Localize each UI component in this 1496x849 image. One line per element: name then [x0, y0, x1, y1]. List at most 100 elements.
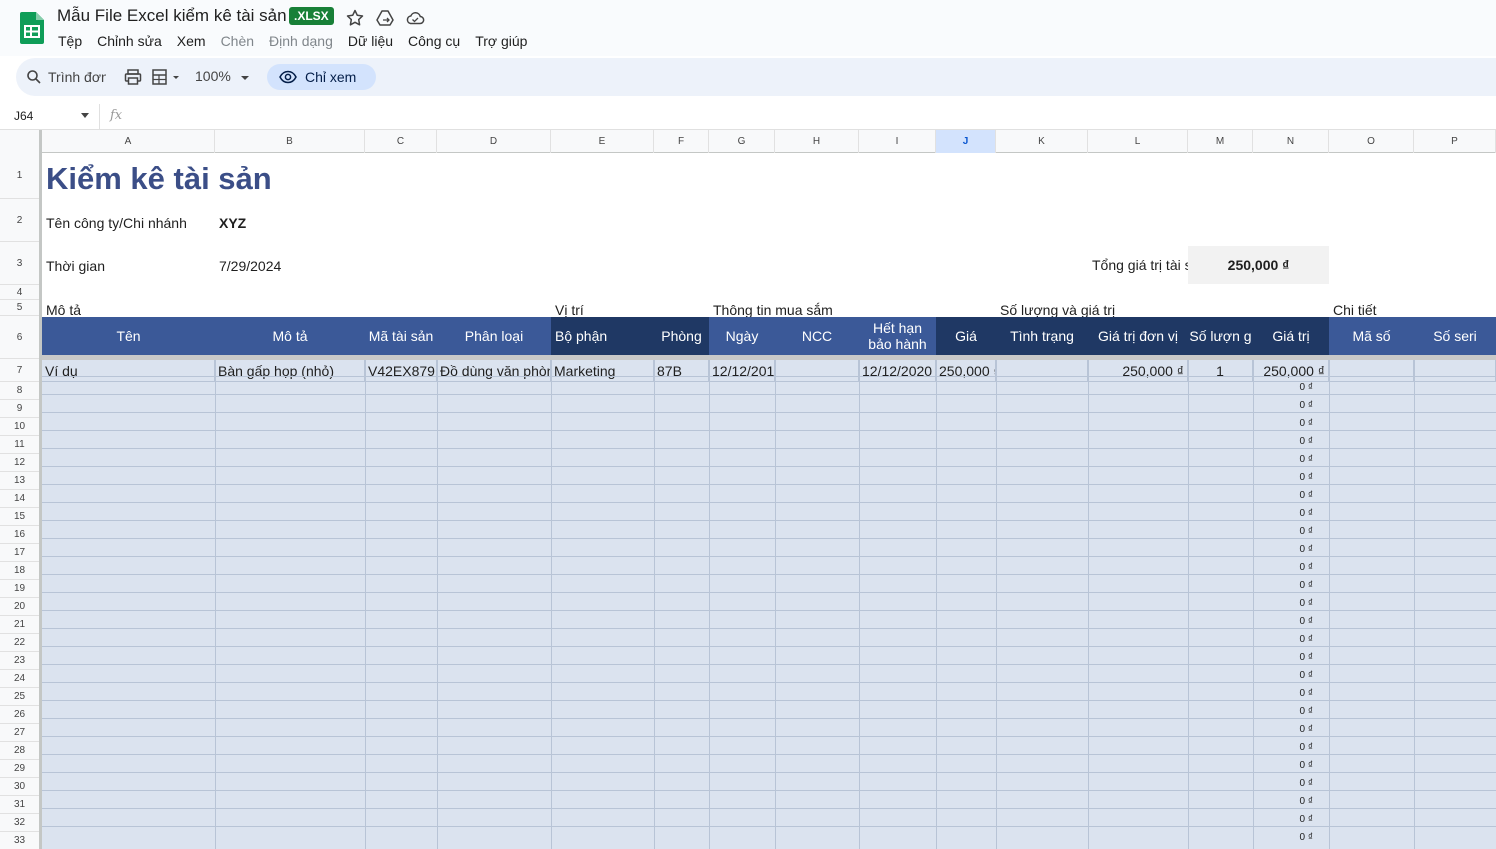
zoom-level[interactable]: 100%: [195, 68, 231, 84]
header-department[interactable]: Bộ phận: [551, 317, 654, 355]
row-header[interactable]: 25: [0, 688, 39, 706]
column-header-g[interactable]: G: [709, 130, 775, 153]
group-purchase[interactable]: Thông tin mua sắm: [713, 302, 833, 318]
cell-zero-value[interactable]: 0 ₫: [1254, 649, 1329, 667]
column-header-h[interactable]: H: [775, 130, 859, 153]
column-header-l[interactable]: L: [1088, 130, 1188, 153]
cell-zero-value[interactable]: 0 ₫: [1254, 721, 1329, 739]
cell-code[interactable]: [1329, 360, 1414, 382]
cell-zero-value[interactable]: 0 ₫: [1254, 667, 1329, 685]
company-label[interactable]: Tên công ty/Chi nhánh: [46, 215, 187, 231]
cell-unit-value[interactable]: 250,000 ₫: [1088, 360, 1188, 382]
cell-supplier[interactable]: [775, 360, 859, 382]
cell-zero-value[interactable]: 0 ₫: [1254, 613, 1329, 631]
row-header[interactable]: 23: [0, 652, 39, 670]
row-header[interactable]: 11: [0, 436, 39, 454]
row-header[interactable]: 27: [0, 724, 39, 742]
cell-zero-value[interactable]: 0 ₫: [1254, 433, 1329, 451]
row-header[interactable]: 9: [0, 400, 39, 418]
row-header[interactable]: 22: [0, 634, 39, 652]
header-name[interactable]: Tên: [42, 317, 215, 355]
group-description[interactable]: Mô tả: [46, 302, 81, 318]
header-serial[interactable]: Số seri: [1414, 317, 1496, 355]
cell-zero-value[interactable]: 0 ₫: [1254, 397, 1329, 415]
row-header[interactable]: 31: [0, 796, 39, 814]
header-value[interactable]: Giá trị: [1253, 317, 1329, 355]
cell-zero-value[interactable]: 0 ₫: [1254, 811, 1329, 829]
total-value-label[interactable]: Tổng giá trị tài s: [1092, 257, 1188, 273]
print-icon[interactable]: [123, 67, 143, 87]
cell-zero-value[interactable]: 0 ₫: [1254, 685, 1329, 703]
row-header[interactable]: 33: [0, 832, 39, 849]
column-header-f[interactable]: F: [654, 130, 709, 153]
cell-zero-value[interactable]: 0 ₫: [1254, 703, 1329, 721]
select-all-corner[interactable]: [0, 130, 42, 153]
row-header[interactable]: 15: [0, 508, 39, 526]
name-box-dropdown-icon[interactable]: [81, 113, 89, 118]
column-header-d[interactable]: D: [437, 130, 551, 153]
cell-zero-value[interactable]: 0 ₫: [1254, 739, 1329, 757]
column-header-b[interactable]: B: [215, 130, 365, 153]
cell-zero-value[interactable]: 0 ₫: [1254, 523, 1329, 541]
cell-date[interactable]: 12/12/201(: [709, 360, 775, 382]
row-header[interactable]: 29: [0, 760, 39, 778]
paint-format-dropdown-icon[interactable]: [151, 67, 185, 87]
cell-zero-value[interactable]: 0 ₫: [1254, 541, 1329, 559]
row-header[interactable]: 1: [0, 153, 39, 199]
star-icon[interactable]: [345, 8, 365, 28]
cell-zero-value[interactable]: 0 ₫: [1254, 793, 1329, 811]
cell-warranty[interactable]: 12/12/2020: [859, 360, 936, 382]
menu-edit[interactable]: Chỉnh sửa: [97, 33, 162, 49]
header-code[interactable]: Mã số: [1329, 317, 1414, 355]
row-header[interactable]: 2: [0, 199, 39, 242]
menu-data[interactable]: Dữ liệu: [348, 33, 393, 49]
group-detail[interactable]: Chi tiết: [1333, 302, 1377, 318]
company-value[interactable]: XYZ: [219, 215, 246, 231]
row-header[interactable]: 20: [0, 598, 39, 616]
view-only-button[interactable]: Chỉ xem: [267, 64, 376, 90]
row-header[interactable]: 12: [0, 454, 39, 472]
column-header-k[interactable]: K: [996, 130, 1088, 153]
cell-category[interactable]: Đồ dùng văn phòn: [437, 360, 551, 382]
sheet-grid[interactable]: A B C D E F G H I J K L M N O P 12345678…: [0, 130, 1496, 849]
document-title[interactable]: Mẫu File Excel kiểm kê tài sản: [57, 6, 287, 26]
menu-file[interactable]: Tệp: [58, 33, 82, 49]
header-warranty[interactable]: Hết hạn bảo hành: [859, 317, 936, 355]
cell-status[interactable]: [996, 360, 1088, 382]
cell-zero-value[interactable]: 0 ₫: [1254, 757, 1329, 775]
row-header[interactable]: 18: [0, 562, 39, 580]
group-quantity-value[interactable]: Số lượng và giá trị: [1000, 302, 1115, 318]
cell-zero-value[interactable]: 0 ₫: [1254, 775, 1329, 793]
row-header[interactable]: 3: [0, 242, 39, 285]
total-value[interactable]: 250,000 ₫: [1188, 246, 1329, 284]
column-header-n[interactable]: N: [1253, 130, 1329, 153]
row-header[interactable]: 28: [0, 742, 39, 760]
cell-zero-value[interactable]: 0 ₫: [1254, 631, 1329, 649]
row-header[interactable]: 6: [0, 316, 39, 359]
column-header-j[interactable]: J: [936, 130, 996, 153]
column-header-c[interactable]: C: [365, 130, 437, 153]
row-header[interactable]: 24: [0, 670, 39, 688]
column-header-e[interactable]: E: [551, 130, 654, 153]
header-unit-value[interactable]: Giá trị đơn vị: [1088, 317, 1188, 355]
cell-zero-value[interactable]: 0 ₫: [1254, 379, 1329, 397]
header-date[interactable]: Ngày: [709, 317, 775, 355]
sheets-logo-icon[interactable]: [20, 12, 44, 44]
cell-zero-value[interactable]: 0 ₫: [1254, 505, 1329, 523]
group-location[interactable]: Vị trí: [555, 302, 584, 318]
column-header-p[interactable]: P: [1414, 130, 1496, 153]
row-header[interactable]: 13: [0, 472, 39, 490]
cell-name[interactable]: Ví dụ: [42, 360, 215, 382]
cell-zero-value[interactable]: 0 ₫: [1254, 577, 1329, 595]
header-supplier[interactable]: NCC: [775, 317, 859, 355]
menu-help[interactable]: Trợ giúp: [475, 33, 527, 49]
cell-area[interactable]: Kiểm kê tài sản Tên công ty/Chi nhánh XY…: [42, 153, 1496, 849]
cell-zero-value[interactable]: 0 ₫: [1254, 595, 1329, 613]
cell-serial[interactable]: [1414, 360, 1496, 382]
row-header[interactable]: 10: [0, 418, 39, 436]
move-to-drive-icon[interactable]: [375, 8, 395, 28]
row-header[interactable]: 32: [0, 814, 39, 832]
column-header-m[interactable]: M: [1188, 130, 1253, 153]
cell-zero-value[interactable]: 0 ₫: [1254, 559, 1329, 577]
menu-format[interactable]: Định dạng: [269, 33, 333, 49]
